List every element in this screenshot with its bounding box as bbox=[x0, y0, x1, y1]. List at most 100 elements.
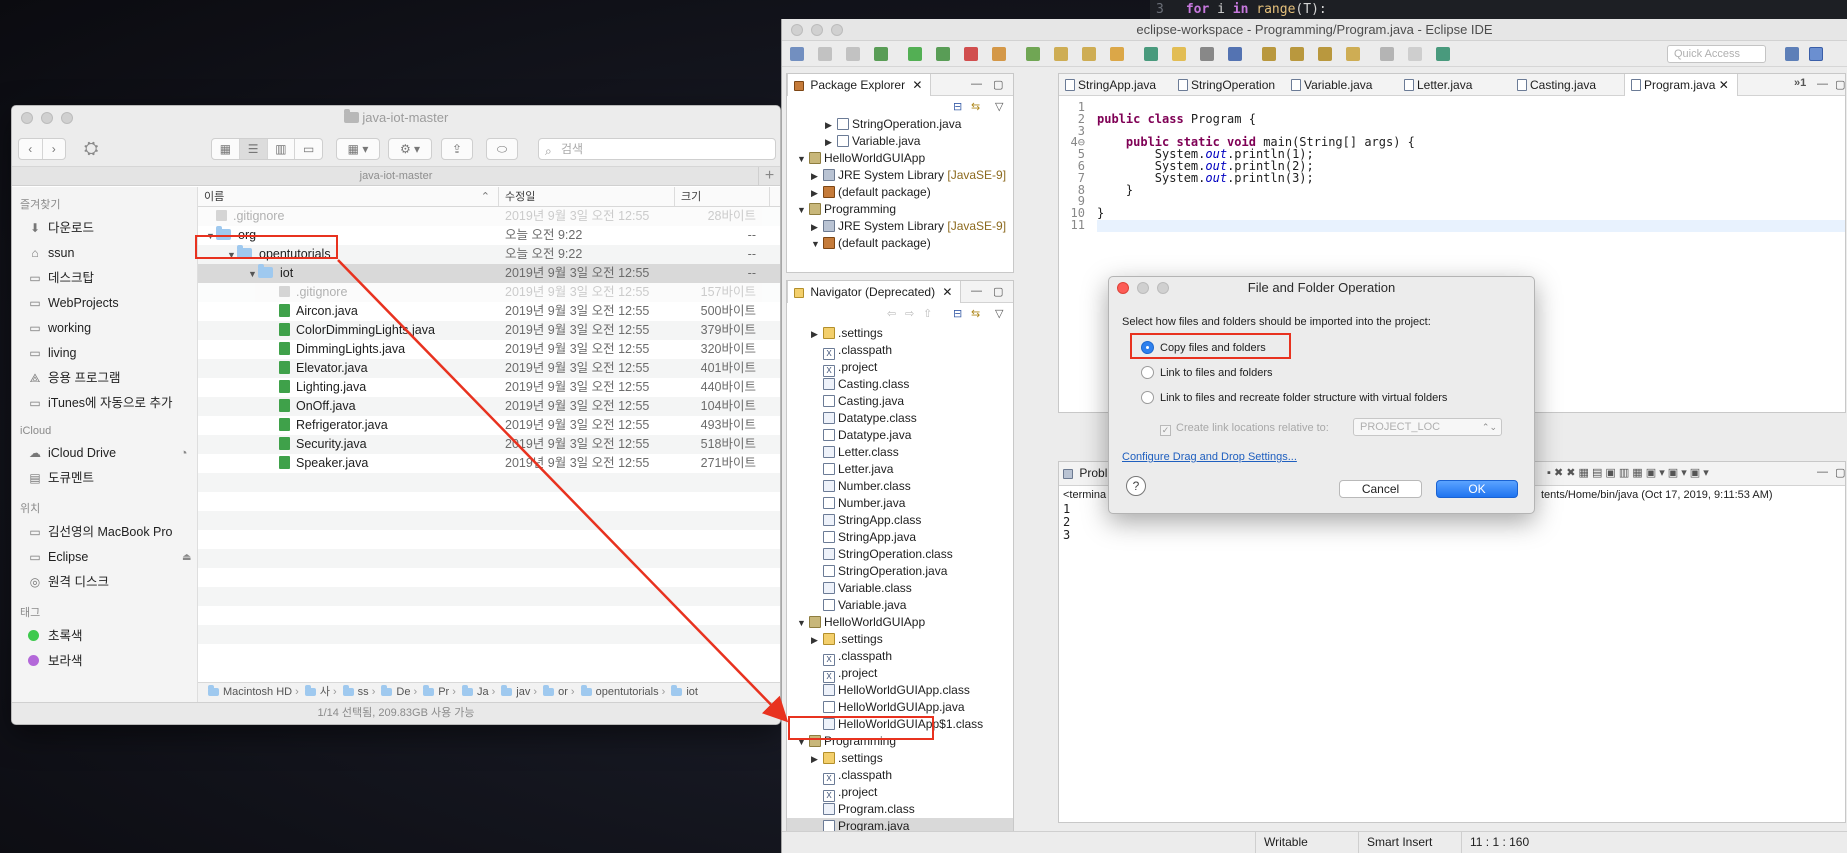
breadcrumb-item[interactable]: Ja › bbox=[461, 685, 495, 698]
maximize-icon[interactable]: ▢ bbox=[1835, 466, 1845, 479]
tree-item[interactable]: ▼ HelloWorldGUIApp bbox=[787, 614, 1013, 631]
tree-item[interactable]: X .classpath bbox=[787, 342, 1013, 360]
table-row[interactable]: .gitignore 2019년 9월 3일 오전 12:55 157바이트 bbox=[198, 283, 780, 302]
tab-navigator[interactable]: Navigator (Deprecated) ✕ bbox=[787, 281, 962, 303]
tree-item[interactable]: Variable.class bbox=[787, 580, 1013, 597]
ok-button[interactable]: OK bbox=[1436, 480, 1518, 498]
table-row[interactable]: ColorDimmingLights.java 2019년 9월 3일 오전 12… bbox=[198, 321, 780, 340]
sidebar-item-favorites[interactable]: ▭ WebProjects bbox=[12, 291, 197, 316]
perspective-icon[interactable] bbox=[1436, 47, 1450, 61]
prev-annotation-icon[interactable] bbox=[1262, 47, 1276, 61]
sidebar-item-locations[interactable]: ▭ 김선영의 MacBook Pro bbox=[12, 520, 197, 545]
close-button[interactable] bbox=[21, 112, 33, 124]
icon-view-button[interactable]: ▦ bbox=[212, 139, 240, 159]
debug-icon[interactable] bbox=[874, 47, 888, 61]
back-icon[interactable] bbox=[1318, 47, 1332, 61]
cancel-button[interactable]: Cancel bbox=[1339, 480, 1422, 498]
breadcrumb-item[interactable]: or › bbox=[543, 685, 575, 698]
table-row[interactable]: Lighting.java 2019년 9월 3일 오전 12:55 440바이트 bbox=[198, 378, 780, 397]
maximize-icon[interactable]: ▢ bbox=[993, 78, 1003, 91]
run-coverage-icon[interactable] bbox=[936, 47, 950, 61]
search-input[interactable]: ⌕ 검색 bbox=[538, 138, 776, 160]
sidebar-item-locations[interactable]: ◎ 원격 디스크 bbox=[12, 570, 197, 595]
tree-item[interactable]: Letter.class bbox=[787, 444, 1013, 461]
sidebar-item-favorites[interactable]: ⬇ 다운로드 bbox=[12, 216, 197, 241]
tree-item[interactable]: ▶ JRE System Library [JavaSE-9] bbox=[787, 167, 1013, 184]
minimize-button[interactable] bbox=[41, 112, 53, 124]
finder-titlebar[interactable]: java-iot-master bbox=[12, 106, 780, 130]
tab-package-explorer[interactable]: Package Explorer ✕ bbox=[787, 74, 932, 96]
expand-toggle-icon[interactable]: ▼ bbox=[811, 236, 823, 253]
sidebar-item-locations[interactable]: ▭ Eclipse ⏏ bbox=[12, 545, 197, 570]
column-view-button[interactable]: ▥ bbox=[268, 139, 296, 159]
expand-toggle-icon[interactable]: ▶ bbox=[811, 751, 823, 768]
back-button[interactable]: ‹ bbox=[19, 139, 43, 159]
forward-icon[interactable]: ⇨ bbox=[905, 307, 914, 320]
pin-editor-icon[interactable] bbox=[1380, 47, 1394, 61]
tree-item[interactable]: Number.java bbox=[787, 495, 1013, 512]
new-java-project-icon[interactable] bbox=[992, 47, 1006, 61]
tree-item[interactable]: StringApp.class bbox=[787, 512, 1013, 529]
table-row[interactable]: OnOff.java 2019년 9월 3일 오전 12:55 104바이트 bbox=[198, 397, 780, 416]
breadcrumb-item[interactable]: Pr › bbox=[423, 685, 456, 698]
table-row[interactable]: Speaker.java 2019년 9월 3일 오전 12:55 271바이트 bbox=[198, 454, 780, 473]
eject-icon[interactable]: ⏏ bbox=[182, 545, 191, 570]
forward-button[interactable]: › bbox=[43, 139, 66, 159]
tree-item[interactable]: StringOperation.java bbox=[787, 563, 1013, 580]
tree-item[interactable]: X .project bbox=[787, 784, 1013, 802]
toggle-mark-icon[interactable] bbox=[1172, 47, 1186, 61]
open-type-icon[interactable] bbox=[1082, 47, 1096, 61]
tree-item[interactable]: Program.class bbox=[787, 801, 1013, 818]
eclipse-titlebar[interactable]: eclipse-workspace - Programming/Program.… bbox=[782, 19, 1847, 41]
breadcrumb-item[interactable]: jav › bbox=[501, 685, 537, 698]
table-row[interactable]: Security.java 2019년 9월 3일 오전 12:55 518바이트 bbox=[198, 435, 780, 454]
view-menu-icon[interactable]: ▽ bbox=[995, 307, 1003, 320]
tab-editor-file[interactable]: Letter.java bbox=[1398, 74, 1480, 96]
code-line[interactable]: } bbox=[1097, 207, 1845, 220]
sidebar-item-icloud[interactable]: ☁ iCloud Drive ◔ bbox=[12, 441, 197, 466]
column-modified[interactable]: 수정일 bbox=[499, 187, 675, 206]
tree-item[interactable]: X .classpath bbox=[787, 767, 1013, 785]
collapse-all-icon[interactable]: ⊟ bbox=[953, 307, 962, 320]
breadcrumb-item[interactable]: ss › bbox=[342, 685, 375, 698]
minimize-button[interactable] bbox=[1137, 282, 1149, 294]
table-row[interactable]: Elevator.java 2019년 9월 3일 오전 12:55 401바이트 bbox=[198, 359, 780, 378]
relative-location-checkbox[interactable]: ✓ bbox=[1160, 425, 1171, 436]
share-button[interactable]: ⇪ bbox=[441, 138, 473, 160]
relative-location-select[interactable]: PROJECT_LOC ⌃⌄ bbox=[1353, 418, 1502, 436]
java-perspective-icon[interactable] bbox=[1809, 47, 1823, 61]
new-class-icon[interactable] bbox=[1054, 47, 1068, 61]
up-icon[interactable]: ⇧ bbox=[923, 307, 932, 320]
table-row[interactable]: .gitignore 2019년 9월 3일 오전 12:55 28바이트 bbox=[198, 207, 780, 226]
tree-item[interactable]: ▼ (default package) bbox=[787, 235, 1013, 252]
radio-button[interactable] bbox=[1141, 391, 1154, 404]
tree-item[interactable]: Casting.java bbox=[787, 393, 1013, 410]
sidebar-item-favorites[interactable]: ▭ living bbox=[12, 341, 197, 366]
toggle-whitespace-icon[interactable] bbox=[1200, 47, 1214, 61]
tags-button[interactable]: ⬭ bbox=[486, 138, 518, 160]
disclosure-triangle-icon[interactable]: ▼ bbox=[248, 265, 258, 283]
group-button[interactable]: ▦ ▾ bbox=[336, 138, 380, 160]
link-with-editor-icon[interactable]: ⇆ bbox=[971, 307, 980, 320]
expand-toggle-icon[interactable]: ▶ bbox=[811, 185, 823, 202]
minimize-icon[interactable]: — bbox=[1817, 466, 1828, 478]
sidebar-item-favorites[interactable]: ⌂ ssun bbox=[12, 241, 197, 266]
tree-item[interactable]: HelloWorldGUIApp.class bbox=[787, 682, 1013, 699]
next-annotation-icon[interactable] bbox=[1228, 47, 1242, 61]
action-gear-button[interactable]: ⚙ ▾ bbox=[388, 138, 432, 160]
tree-item[interactable]: Datatype.java bbox=[787, 427, 1013, 444]
nav-icon[interactable] bbox=[1408, 47, 1422, 61]
tree-item[interactable]: X .classpath bbox=[787, 648, 1013, 666]
expand-toggle-icon[interactable]: ▶ bbox=[811, 219, 823, 236]
breadcrumb-item[interactable]: De › bbox=[381, 685, 417, 698]
configure-dnd-link[interactable]: Configure Drag and Drop Settings... bbox=[1122, 451, 1297, 463]
finder-tab-title[interactable]: java-iot-master bbox=[360, 170, 433, 182]
tree-item[interactable]: StringOperation.class bbox=[787, 546, 1013, 563]
list-view-button[interactable]: ☰ bbox=[239, 139, 268, 159]
code-line[interactable]: System.out.println(3); bbox=[1097, 172, 1845, 185]
maximize-icon[interactable]: ▢ bbox=[993, 285, 1003, 298]
back-icon[interactable]: ⇦ bbox=[887, 307, 896, 320]
sidebar-item-favorites[interactable]: ▭ 데스크탑 bbox=[12, 266, 197, 291]
console-toolbar-icons[interactable]: ▪ ✖ ✖ ▦ ▤ ▣ ▥ ▦ ▣ ▾ ▣ ▾ ▣ ▾ bbox=[1547, 466, 1709, 479]
last-edit-icon[interactable] bbox=[1290, 47, 1304, 61]
